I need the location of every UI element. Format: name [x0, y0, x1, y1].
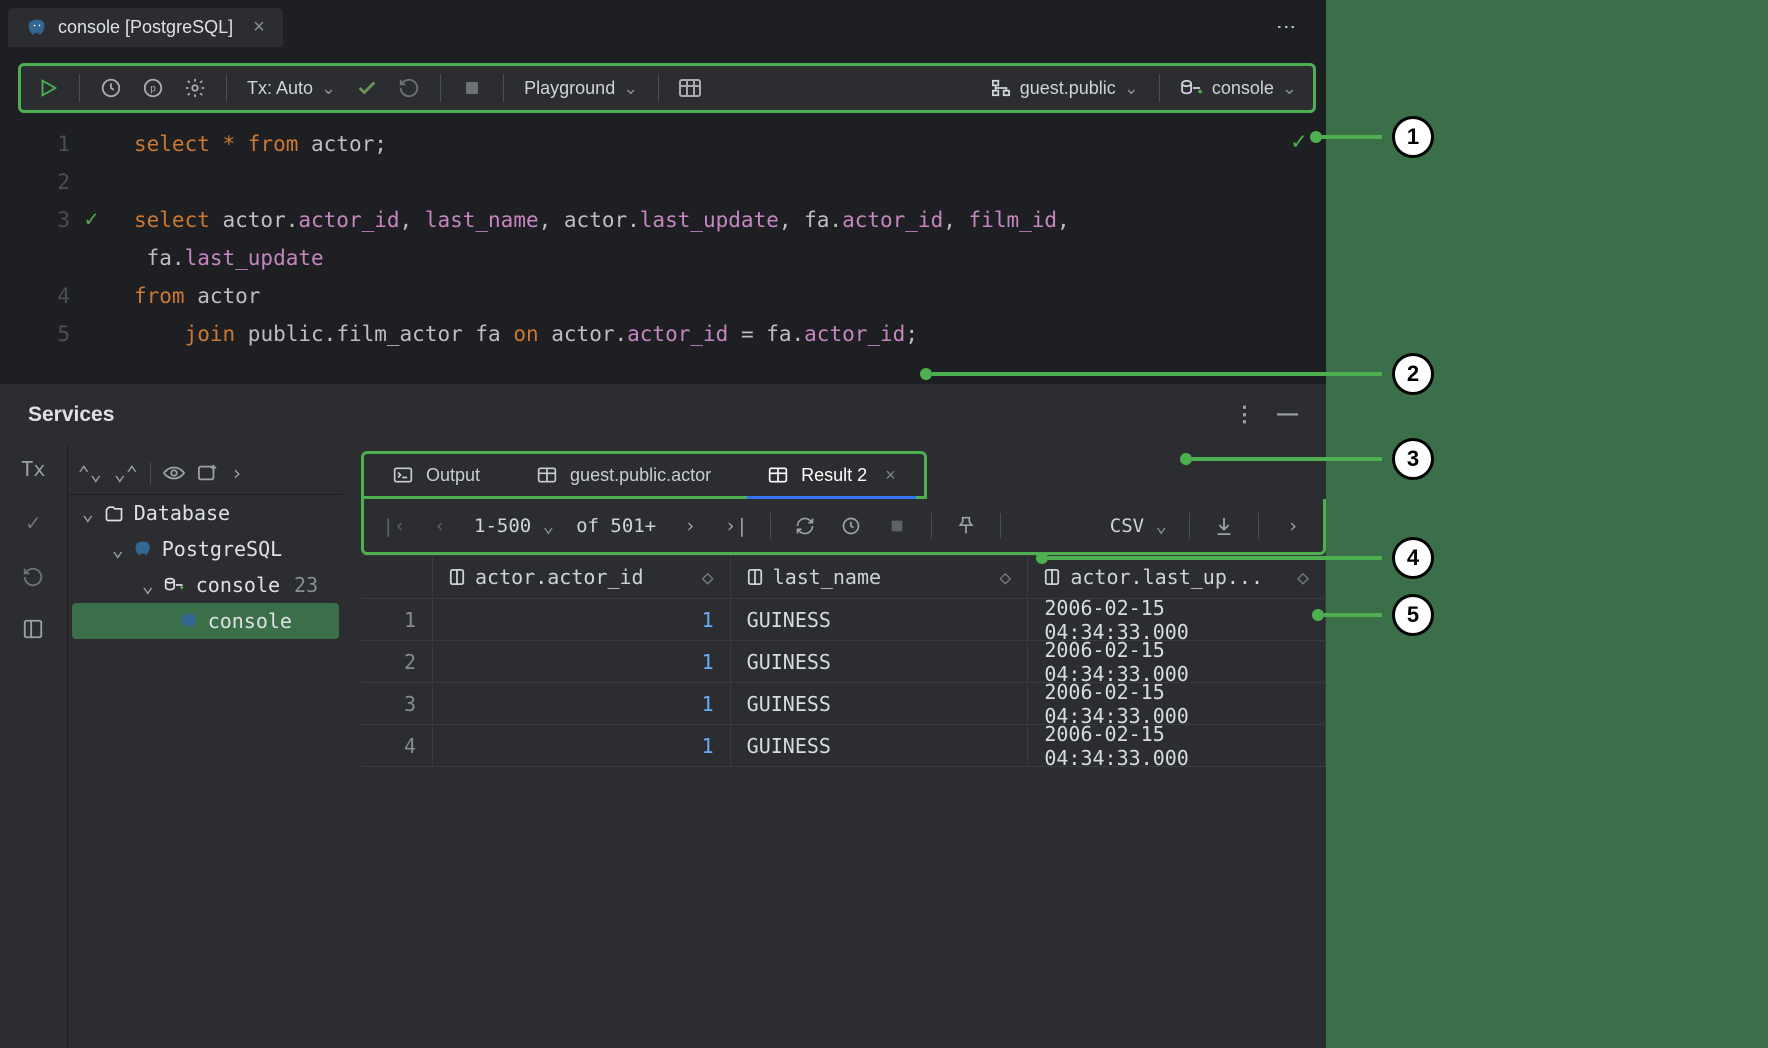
tab-bar-more-icon[interactable]: ⋮ — [1254, 17, 1318, 39]
pin-icon[interactable] — [950, 510, 982, 542]
editor-tab-bar: console [PostgreSQL] × ⋮ — [0, 0, 1326, 55]
terminal-icon — [392, 464, 414, 486]
next-page-icon[interactable]: › — [674, 510, 706, 542]
rollback-icon[interactable] — [392, 71, 426, 105]
playground-dropdown[interactable]: Playground⌄ — [518, 78, 644, 99]
inspection-ok-icon[interactable]: ✓ — [1292, 127, 1306, 155]
tree-node-database[interactable]: ⌄ Database — [68, 495, 343, 531]
close-icon[interactable]: × — [885, 465, 896, 486]
new-session-icon[interactable] — [197, 463, 219, 483]
tab-title: console [PostgreSQL] — [58, 17, 233, 38]
stop-icon[interactable] — [881, 510, 913, 542]
column-header[interactable]: last_name◇ — [731, 556, 1029, 598]
tree-node-console-leaf[interactable]: console — [72, 603, 339, 639]
expand-icon[interactable]: ⌃⌄ — [78, 461, 102, 485]
history-icon[interactable] — [835, 510, 867, 542]
result-tabs: Output guest.public.actor — [361, 451, 927, 499]
table-row[interactable]: 11GUINESS2006-02-15 04:34:33.000 — [361, 599, 1326, 641]
tx-mode-dropdown[interactable]: Tx: Auto⌄ — [241, 78, 342, 99]
tab-output[interactable]: Output — [364, 454, 508, 496]
table-icon — [767, 464, 789, 486]
services-title: Services — [28, 403, 114, 427]
tab-console[interactable]: console [PostgreSQL] × — [8, 8, 283, 47]
editor-content[interactable]: select * from actor; select actor.actor_… — [110, 125, 1326, 353]
column-header[interactable]: actor.actor_id◇ — [433, 556, 731, 598]
postgresql-icon — [26, 17, 48, 39]
sql-editor[interactable]: 1 2 3 4 5 select * from actor; select ac… — [0, 117, 1326, 353]
tree-node-postgresql[interactable]: ⌄ PostgreSQL — [68, 531, 343, 567]
services-left-toolbar: Tx ✓ — [0, 445, 67, 1048]
session-selector[interactable]: console⌄ — [1174, 78, 1303, 99]
table-view-icon[interactable] — [673, 71, 707, 105]
eye-icon[interactable] — [163, 465, 185, 481]
schema-selector[interactable]: guest.public⌄ — [984, 78, 1145, 99]
services-tree: ⌃⌄ ⌄⌃ › ⌄ Database ⌄ — [67, 445, 343, 1048]
commit-icon[interactable]: ✓ — [25, 511, 42, 536]
export-format-dropdown[interactable]: CSV ⌄ — [1106, 515, 1171, 537]
first-page-icon[interactable]: |‹ — [378, 510, 410, 542]
layout-icon[interactable] — [22, 618, 44, 640]
table-row[interactable]: 31GUINESS2006-02-15 04:34:33.000 — [361, 683, 1326, 725]
tab-guest-public-actor[interactable]: guest.public.actor — [508, 454, 739, 496]
page-total: of 501+ — [572, 515, 660, 537]
run-icon[interactable] — [31, 71, 65, 105]
tree-node-console[interactable]: ⌄ console 23 — [68, 567, 343, 603]
minimize-icon[interactable]: — — [1277, 402, 1298, 427]
query-console-toolbar: p Tx: Auto⌄ — [18, 63, 1316, 113]
reload-icon[interactable] — [789, 510, 821, 542]
chevron-right-icon[interactable]: › — [231, 461, 243, 485]
collapse-icon[interactable]: ⌄⌃ — [114, 461, 138, 485]
table-row[interactable]: 21GUINESS2006-02-15 04:34:33.000 — [361, 641, 1326, 683]
svg-text:p: p — [150, 84, 156, 95]
prev-page-icon[interactable]: ‹ — [424, 510, 456, 542]
history-icon[interactable] — [94, 71, 128, 105]
tx-icon[interactable]: Tx — [21, 457, 45, 481]
commit-icon[interactable] — [350, 71, 384, 105]
gear-icon[interactable] — [178, 71, 212, 105]
explain-plan-icon[interactable]: p — [136, 71, 170, 105]
page-range[interactable]: 1-500 ⌄ — [470, 515, 558, 537]
services-more-icon[interactable]: ⋮ — [1234, 402, 1255, 427]
result-grid: actor.actor_id◇ last_name◇ actor.last_up… — [361, 555, 1326, 1048]
close-icon[interactable]: × — [253, 16, 265, 39]
tab-result-2[interactable]: Result 2 × — [739, 454, 924, 496]
editor-gutter: 1 2 3 4 5 — [0, 125, 110, 353]
rollback-icon[interactable] — [22, 566, 44, 588]
table-row[interactable]: 41GUINESS2006-02-15 04:34:33.000 — [361, 725, 1326, 767]
stop-icon[interactable] — [455, 71, 489, 105]
table-icon — [536, 464, 558, 486]
last-page-icon[interactable]: ›| — [720, 510, 752, 542]
